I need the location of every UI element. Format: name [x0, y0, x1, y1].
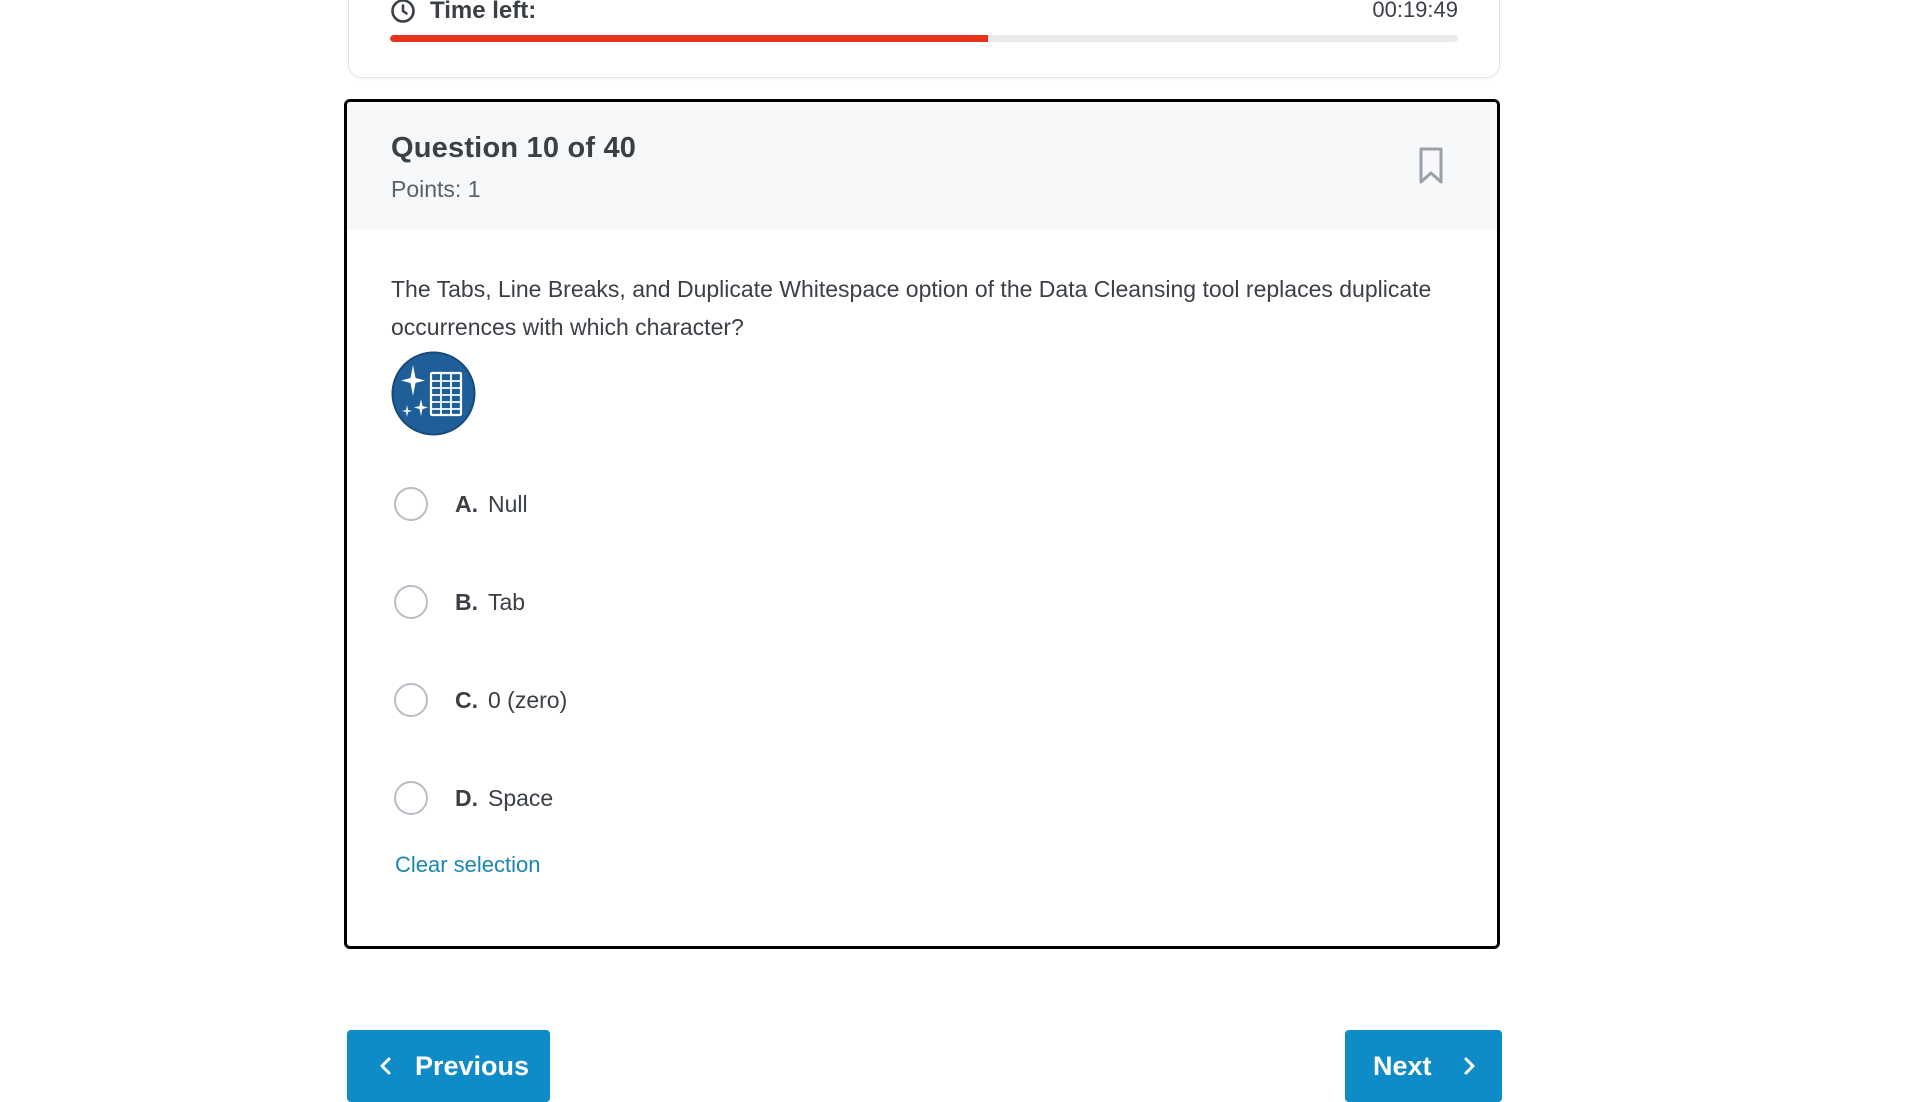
data-cleansing-tool-icon [391, 351, 476, 436]
question-title: Question 10 of 40 [391, 132, 637, 164]
question-card: Question 10 of 40 Points: 1 The Tabs, Li… [344, 99, 1500, 949]
option-b[interactable]: B. Tab [391, 580, 525, 624]
chevron-right-icon [1464, 1057, 1475, 1075]
timer-value: 00:19:49 [1372, 0, 1458, 22]
time-progress-fill [390, 35, 989, 42]
option-text: Tab [488, 588, 526, 615]
previous-button-label: Previous [415, 1050, 530, 1081]
option-letter: D. [455, 784, 478, 811]
option-text: Null [488, 490, 528, 517]
chevron-left-icon [380, 1057, 391, 1075]
bookmark-icon[interactable] [1415, 146, 1447, 186]
clear-selection-link[interactable]: Clear selection [395, 852, 541, 878]
option-letter: A. [455, 490, 478, 517]
option-letter: B. [455, 588, 478, 615]
time-progress-bar [390, 35, 1458, 42]
option-letter: C. [455, 686, 478, 713]
clock-icon [391, 0, 415, 23]
question-text: The Tabs, Line Breaks, and Duplicate Whi… [391, 276, 1432, 340]
timer-label: Time left: [430, 0, 537, 24]
timer-row: Time left: 00:19:49 [390, 0, 1458, 24]
next-button[interactable]: Next [1345, 1030, 1502, 1102]
next-button-label: Next [1373, 1050, 1432, 1081]
option-d[interactable]: D. Space [391, 776, 553, 820]
radio-button[interactable] [394, 781, 428, 815]
question-header: Question 10 of 40 Points: 1 [347, 102, 1497, 230]
option-a[interactable]: A. Null [391, 482, 528, 526]
radio-button[interactable] [394, 683, 428, 717]
timer-card: Time left: 00:19:49 [348, 0, 1500, 78]
option-text: 0 (zero) [488, 686, 568, 713]
question-points: Points: 1 [391, 176, 481, 202]
radio-button[interactable] [394, 585, 428, 619]
radio-button[interactable] [394, 487, 428, 521]
previous-button[interactable]: Previous [347, 1030, 550, 1102]
option-text: Space [488, 784, 554, 811]
option-c[interactable]: C. 0 (zero) [391, 678, 567, 722]
timer-label-group: Time left: [390, 0, 536, 25]
